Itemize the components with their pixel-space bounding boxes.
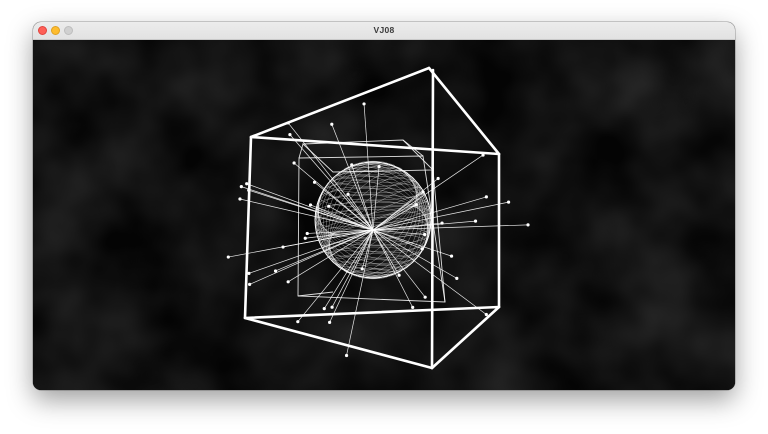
desktop: VJ08: [0, 0, 768, 434]
ray-node: [526, 223, 530, 227]
ray-node: [360, 267, 364, 271]
ray-node: [330, 305, 334, 309]
ray-node: [226, 255, 230, 259]
scene-graphic: [33, 40, 735, 390]
ray-node: [362, 102, 366, 106]
ray-node: [440, 221, 444, 225]
ray-node: [484, 195, 488, 199]
ray-node: [411, 305, 415, 309]
render-canvas[interactable]: [33, 40, 735, 390]
ray-node: [238, 197, 242, 201]
ray-node: [377, 164, 381, 169]
ray-node: [328, 320, 332, 324]
ray-node: [247, 188, 251, 192]
ray-node: [273, 269, 278, 273]
ray-node: [346, 192, 350, 196]
ray-node: [455, 276, 459, 280]
ray-node: [481, 153, 485, 157]
ray-node: [421, 190, 425, 194]
ray-node: [281, 245, 285, 249]
ray-node: [312, 180, 317, 184]
ray-node: [344, 353, 349, 358]
ray-node: [414, 203, 418, 207]
ray-node: [292, 161, 296, 165]
ray-node: [286, 280, 290, 284]
ray-node: [286, 121, 290, 125]
outer-cube-edge: [430, 68, 435, 370]
window-title: VJ08: [373, 25, 395, 35]
ray-node: [397, 273, 401, 277]
ray-node: [296, 320, 300, 324]
ray-node: [484, 312, 488, 317]
ray-node: [423, 295, 427, 299]
app-window: VJ08: [33, 22, 735, 390]
ray-node: [436, 176, 440, 181]
ray-node: [473, 219, 478, 223]
ray-node: [420, 247, 424, 251]
ray-node: [245, 182, 249, 186]
ray-node: [308, 203, 313, 207]
ray-node: [322, 307, 326, 311]
ray-node: [248, 282, 252, 287]
ray-node: [350, 163, 354, 167]
ray-node: [327, 204, 331, 208]
ray-node: [239, 185, 243, 189]
ray-node: [303, 236, 307, 240]
ray-node: [449, 254, 454, 258]
ray-node: [506, 200, 511, 204]
ray-node: [423, 232, 427, 237]
ray-node: [305, 231, 309, 236]
ray-node: [247, 271, 251, 275]
titlebar[interactable]: VJ08: [33, 22, 735, 40]
ray-node: [288, 133, 292, 137]
ray-node: [330, 122, 334, 126]
